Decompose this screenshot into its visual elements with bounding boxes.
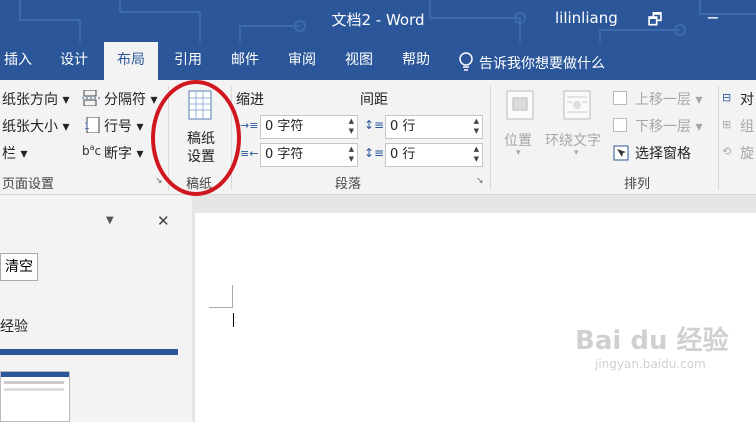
spacing-after-value: 0 行 xyxy=(390,147,416,162)
separator xyxy=(718,86,719,190)
send-backward-button[interactable]: 下移一层 ▾ xyxy=(635,116,702,136)
rotate-icon: ⟲ xyxy=(722,145,732,158)
breaks-icon xyxy=(82,89,100,107)
svg-text:1: 1 xyxy=(84,122,90,132)
spacing-after-icon: ↕≡ xyxy=(364,146,385,160)
wrap-text-button[interactable]: 环绕文字 xyxy=(545,130,601,150)
title-bar: 文档2 - Word lilinliang 🗗 − xyxy=(0,0,756,42)
spinner-arrows[interactable]: ▲ ▼ xyxy=(474,116,479,136)
page-setup-dialog-launcher[interactable]: ↘ xyxy=(155,176,163,186)
tab-insert[interactable]: 插入 xyxy=(0,42,36,80)
arrange-group-label: 排列 xyxy=(624,177,651,192)
spacing-after-input[interactable]: 0 行 ▲ ▼ xyxy=(385,143,483,167)
tab-help[interactable]: 帮助 xyxy=(394,42,438,80)
line-numbers-label: 行号 xyxy=(104,119,132,135)
breaks-button[interactable]: 分隔符 ▾ xyxy=(104,89,157,109)
align-button[interactable]: 对 xyxy=(740,89,754,109)
bring-forward-label: 上移一层 xyxy=(635,92,691,108)
tab-view[interactable]: 视图 xyxy=(337,42,381,80)
send-backward-label: 下移一层 xyxy=(635,119,691,135)
align-icon: ⊟ xyxy=(722,91,732,104)
orientation-label: 纸张方向 xyxy=(2,92,58,108)
tab-layout[interactable]: 布局 xyxy=(104,42,158,80)
tell-me-search[interactable]: 告诉我你想要做什么 xyxy=(479,53,605,73)
bring-forward-button[interactable]: 上移一层 ▾ xyxy=(635,89,702,109)
wrap-text-dropdown-arrow[interactable]: ▾ xyxy=(574,148,579,158)
margin-corner-mark xyxy=(209,307,233,308)
line-numbers-button[interactable]: 行号 ▾ xyxy=(104,116,143,136)
tab-design[interactable]: 设计 xyxy=(52,42,96,80)
position-dropdown-arrow[interactable]: ▾ xyxy=(516,148,521,158)
send-backward-icon xyxy=(613,118,627,132)
hyphenation-icon: bac xyxy=(82,143,102,158)
text-cursor xyxy=(233,313,234,327)
indent-right-icon: ≡← xyxy=(240,147,259,160)
spinner-arrows[interactable]: ▲ ▼ xyxy=(349,144,354,164)
spinner-arrows[interactable]: ▲ ▼ xyxy=(349,116,354,136)
indent-left-input[interactable]: 0 字符 ▲ ▼ xyxy=(260,115,358,139)
ribbon: 纸张方向 ▾ 纸张大小 ▾ 栏 ▾ 分隔符 ▾ 1 行号 ▾ bac 断字 ▾ … xyxy=(0,80,756,195)
spacing-label: 间距 xyxy=(360,92,388,108)
size-button[interactable]: 纸张大小 ▾ xyxy=(2,116,69,136)
rotate-button[interactable]: 旋 xyxy=(740,143,754,163)
hyphenation-button[interactable]: 断字 ▾ xyxy=(104,143,143,163)
selection-pane-button[interactable]: 选择窗格 xyxy=(635,143,691,163)
line-numbers-icon: 1 xyxy=(84,116,100,134)
group-icon: ⊞ xyxy=(722,118,732,131)
hyphenation-label: 断字 xyxy=(104,146,132,162)
size-label: 纸张大小 xyxy=(2,119,58,135)
tab-mailings[interactable]: 邮件 xyxy=(223,42,267,80)
document-page[interactable] xyxy=(195,213,756,422)
columns-button[interactable]: 栏 ▾ xyxy=(2,143,27,163)
indent-right-input[interactable]: 0 字符 ▲ ▼ xyxy=(260,143,358,167)
paragraph-dialog-launcher[interactable]: ↘ xyxy=(476,176,484,186)
margin-corner-mark xyxy=(232,285,233,308)
ribbon-display-options-icon[interactable]: 🗗 xyxy=(640,9,670,36)
ribbon-tabs: 插入 设计 布局 引用 邮件 审阅 视图 帮助 告诉我你想要做什么 xyxy=(0,42,756,80)
user-name[interactable]: lilinliang xyxy=(555,9,618,27)
navigation-pane: ▼ ✕ 清空 经验 xyxy=(0,195,192,422)
watermark-logo: Bai du 经验 xyxy=(575,326,729,356)
indent-right-value: 0 字符 xyxy=(265,147,304,162)
bring-forward-icon xyxy=(613,91,627,105)
paragraph-group-label: 段落 xyxy=(335,177,362,192)
page-setup-group-label: 页面设置 xyxy=(2,177,55,192)
separator xyxy=(490,86,491,190)
selection-pane-icon xyxy=(613,145,629,161)
baidu-watermark: Bai du 经验 jingyan.baidu.com xyxy=(575,320,729,371)
spinner-arrows[interactable]: ▲ ▼ xyxy=(474,144,479,164)
tab-references[interactable]: 引用 xyxy=(166,42,210,80)
wrap-text-icon xyxy=(562,90,592,120)
pane-close-button[interactable]: ✕ xyxy=(157,212,170,230)
pane-item-text: 经验 xyxy=(0,319,28,335)
spacing-before-input[interactable]: 0 行 ▲ ▼ xyxy=(385,115,483,139)
orientation-button[interactable]: 纸张方向 ▾ xyxy=(2,89,69,109)
tab-review[interactable]: 审阅 xyxy=(280,42,324,80)
indent-left-value: 0 字符 xyxy=(265,119,304,134)
lightbulb-icon xyxy=(457,51,475,71)
document-thumbnail[interactable] xyxy=(0,371,70,422)
pane-options-dropdown[interactable]: ▼ xyxy=(106,215,114,226)
minimize-button[interactable]: − xyxy=(698,8,728,27)
watermark-url: jingyan.baidu.com xyxy=(595,357,706,371)
indent-label: 缩进 xyxy=(236,92,264,108)
position-button[interactable]: 位置 xyxy=(504,130,532,150)
columns-label: 栏 xyxy=(2,146,16,162)
position-icon xyxy=(505,90,535,120)
pane-progress-bar xyxy=(0,349,178,355)
breaks-label: 分隔符 xyxy=(104,92,146,108)
spacing-before-icon: ↕≡ xyxy=(364,118,385,132)
clear-button[interactable]: 清空 xyxy=(0,253,38,281)
group-button[interactable]: 组 xyxy=(740,116,754,136)
indent-left-icon: →≡ xyxy=(240,119,259,132)
highlight-circle xyxy=(151,80,241,196)
spacing-before-value: 0 行 xyxy=(390,119,416,134)
